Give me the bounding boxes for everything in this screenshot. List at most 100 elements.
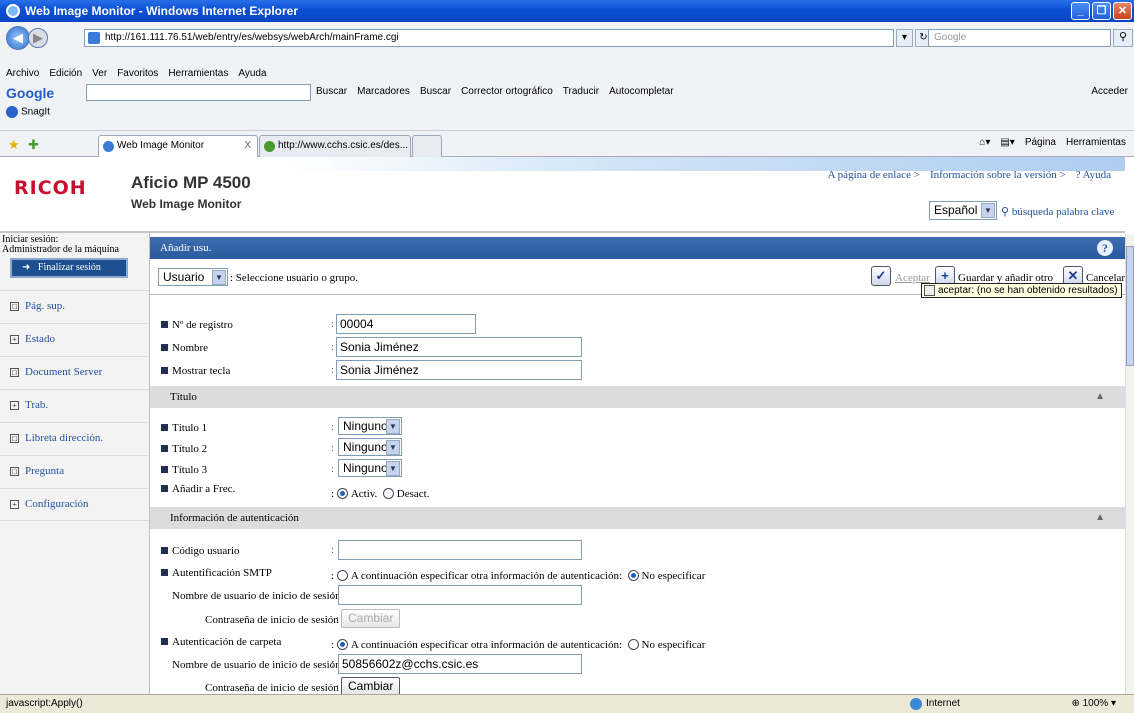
link-page-link[interactable]: A página de enlace > <box>828 169 920 181</box>
display-key-input[interactable]: Sonia Jiménez <box>336 360 582 380</box>
keyword-search-link[interactable]: ⚲ búsqueda palabra clave <box>1001 205 1114 218</box>
colon: : <box>331 318 335 330</box>
search-input[interactable]: Google <box>928 29 1111 47</box>
sidebar-item-jobs[interactable]: + Trab. <box>0 389 149 422</box>
address-bar[interactable]: http://161.111.76.51/web/entry/es/websys… <box>84 29 894 47</box>
link-version-info[interactable]: Información sobre la versión > <box>930 169 1066 181</box>
menu-archivo[interactable]: Archivo <box>6 68 39 79</box>
menu-edicion[interactable]: Edición <box>49 68 82 79</box>
new-tab-button[interactable] <box>412 135 442 157</box>
snagit-button[interactable]: SnagIt <box>6 106 50 118</box>
close-window-button[interactable]: ✕ <box>1113 2 1132 20</box>
radio-folder-none[interactable] <box>627 639 639 650</box>
link-help[interactable]: ? Ayuda <box>1076 169 1111 181</box>
smtp-options: : A continuación especificar otra inform… <box>331 570 706 582</box>
vertical-scrollbar[interactable] <box>1125 234 1134 694</box>
radio-smtp-none[interactable] <box>627 570 639 581</box>
tab-cchs[interactable]: http://www.cchs.csic.es/des... <box>259 135 411 157</box>
search-button[interactable]: ⚲ <box>1113 29 1133 47</box>
google-marcadores[interactable]: Marcadores <box>357 86 410 97</box>
model-name: Aficio MP 4500 <box>131 173 251 192</box>
google-buscar-2[interactable]: Buscar <box>420 86 451 97</box>
colon: : <box>336 613 340 625</box>
title3-select[interactable]: Ninguno ▼ <box>338 459 402 477</box>
registration-input[interactable]: 00004 <box>336 314 476 334</box>
form-heading: Añadir usu.? <box>150 237 1125 259</box>
user-type-hint: : Seleccione usuario o grupo. <box>230 272 358 284</box>
print-icon[interactable]: ▤▾ <box>1000 137 1014 148</box>
page-icon <box>88 32 100 44</box>
google-traducir[interactable]: Traducir <box>563 86 599 97</box>
google-corrector[interactable]: Corrector ortográfico <box>461 86 553 97</box>
window-titlebar: Web Image Monitor - Windows Internet Exp… <box>0 0 1134 22</box>
maximize-button[interactable]: ❐ <box>1092 2 1111 20</box>
accept-tooltip: aceptar: (no se han obtenido resultados) <box>921 283 1122 298</box>
add-freq-label: Añadir a Frec. <box>161 482 235 496</box>
language-select[interactable]: Español ▼ <box>929 201 997 220</box>
acceder-link[interactable]: Acceder <box>1091 86 1128 97</box>
menu-ayuda[interactable]: Ayuda <box>238 68 266 79</box>
smtp-user-input[interactable] <box>338 585 582 605</box>
sidebar-item-status[interactable]: + Estado <box>0 323 149 356</box>
colon: : <box>331 421 335 433</box>
sidebar-item-inquiry[interactable]: □ Pregunta <box>0 455 149 488</box>
globe-icon <box>910 698 922 710</box>
page-menu[interactable]: Página <box>1025 137 1056 148</box>
google-search-input[interactable] <box>86 84 311 101</box>
sidebar-item-address-book[interactable]: □ Libreta dirección. <box>0 422 149 455</box>
home-icon[interactable]: ⌂▾ <box>979 137 990 148</box>
minimize-button[interactable]: _ <box>1071 2 1090 20</box>
menu-bar: Archivo Edición Ver Favoritos Herramient… <box>0 64 267 82</box>
sidebar-item-document-server[interactable]: □ Document Server <box>0 356 149 389</box>
tab-web-image-monitor[interactable]: Web Image Monitor X <box>98 135 258 157</box>
accept-icon[interactable]: ✓ <box>871 266 891 286</box>
folder-pass-label: Contraseña de inicio de sesión <box>205 682 339 694</box>
title2-select[interactable]: Ninguno ▼ <box>338 438 402 456</box>
menu-ver[interactable]: Ver <box>92 68 107 79</box>
help-icon[interactable]: ? <box>1097 240 1113 256</box>
menu-favoritos[interactable]: Favoritos <box>117 68 158 79</box>
google-autocompletar[interactable]: Autocompletar <box>609 86 673 97</box>
status-text: javascript:Apply() <box>6 698 83 709</box>
back-button[interactable]: ◀ <box>6 26 30 50</box>
tools-menu[interactable]: Herramientas <box>1066 137 1126 148</box>
collapse-icon[interactable]: ▲ <box>1095 386 1105 408</box>
radio-folder-specify[interactable] <box>336 639 348 650</box>
radio-smtp-specify[interactable] <box>336 570 348 581</box>
smtp-change-button[interactable]: Cambiar <box>341 609 401 628</box>
folder-change-button[interactable]: Cambiar <box>341 677 401 694</box>
add-favorites-icon[interactable]: ✚ <box>28 137 39 153</box>
google-buscar[interactable]: Buscar <box>316 86 347 97</box>
colon: : <box>331 589 335 601</box>
scrollbar-thumb[interactable] <box>1126 246 1134 366</box>
forward-button[interactable]: ▶ <box>28 28 48 48</box>
collapse-icon[interactable]: ▲ <box>1095 507 1105 529</box>
zoom-level[interactable]: ⊕ 100% ▾ <box>1071 695 1116 713</box>
dropdown-icon[interactable]: ▾ <box>896 29 913 47</box>
snagit-toolbar: SnagIt <box>6 106 50 118</box>
tab-close-icon[interactable]: X <box>244 136 251 156</box>
colon: : <box>331 544 335 556</box>
folder-user-input[interactable]: 50856602z@cchs.csic.es <box>338 654 582 674</box>
favorites-star-icon[interactable]: ★ <box>8 137 20 153</box>
tooltip-icon <box>924 285 935 296</box>
add-freq-options: : Activ. Desact. <box>331 488 430 500</box>
chevron-down-icon: ▼ <box>386 440 400 455</box>
radio-activ[interactable] <box>336 488 348 499</box>
display-key-label: Mostrar tecla <box>161 364 230 378</box>
ricoh-logo: RICOH <box>14 177 87 199</box>
radio-desact[interactable] <box>382 488 394 499</box>
name-input[interactable]: Sonia Jiménez <box>336 337 582 357</box>
user-code-input[interactable] <box>338 540 582 560</box>
title1-select[interactable]: Ninguno ▼ <box>338 417 402 435</box>
ie-tab-icon <box>103 141 114 152</box>
logout-button[interactable]: ➜ Finalizar sesión <box>10 258 128 278</box>
login-info: Iniciar sesión: Administrador de la máqui… <box>2 234 119 255</box>
user-type-select[interactable]: Usuario ▼ <box>158 268 228 286</box>
page-header: RICOH Aficio MP 4500 Web Image Monitor A… <box>0 157 1125 233</box>
smtp-user-label: Nombre de usuario de inicio de sesión <box>172 590 341 602</box>
sidebar-item-home[interactable]: □ Pág. sup. <box>0 290 149 323</box>
menu-herramientas[interactable]: Herramientas <box>168 68 228 79</box>
sidebar-item-configuration[interactable]: + Configuración <box>0 488 149 521</box>
folder-user-label: Nombre de usuario de inicio de sesión <box>172 659 341 671</box>
